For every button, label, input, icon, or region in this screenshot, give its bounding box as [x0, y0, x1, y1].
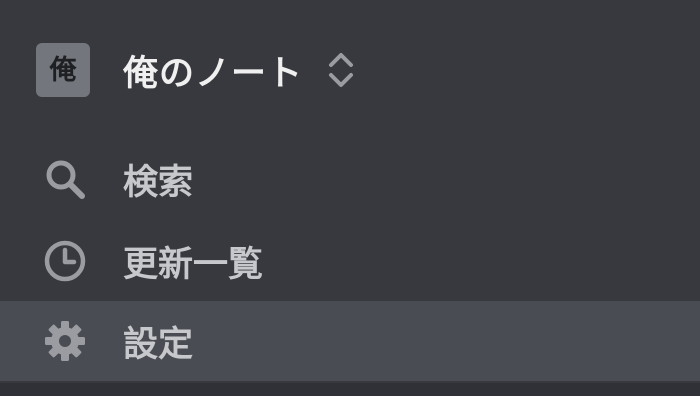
sidebar: 俺 俺のノート 検索 更新一覧 設定: [0, 0, 700, 396]
nav-item-search[interactable]: 検索: [0, 139, 700, 219]
nav-item-updates[interactable]: 更新一覧: [0, 221, 700, 301]
workspace-avatar: 俺: [36, 43, 90, 97]
search-icon: [42, 156, 88, 202]
nav-item-settings[interactable]: 設定: [0, 301, 700, 381]
nav-item-label: 更新一覧: [123, 244, 264, 285]
nav-item-label: 設定: [123, 324, 194, 365]
nav-item-label: 検索: [123, 162, 194, 203]
clock-icon: [42, 238, 88, 284]
workspace-switcher[interactable]: 俺 俺のノート: [36, 43, 355, 97]
workspace-name: 俺のノート: [123, 53, 304, 94]
gear-icon: [42, 318, 88, 364]
bottom-divider: [0, 383, 700, 396]
chevron-up-down-icon: [327, 50, 355, 90]
